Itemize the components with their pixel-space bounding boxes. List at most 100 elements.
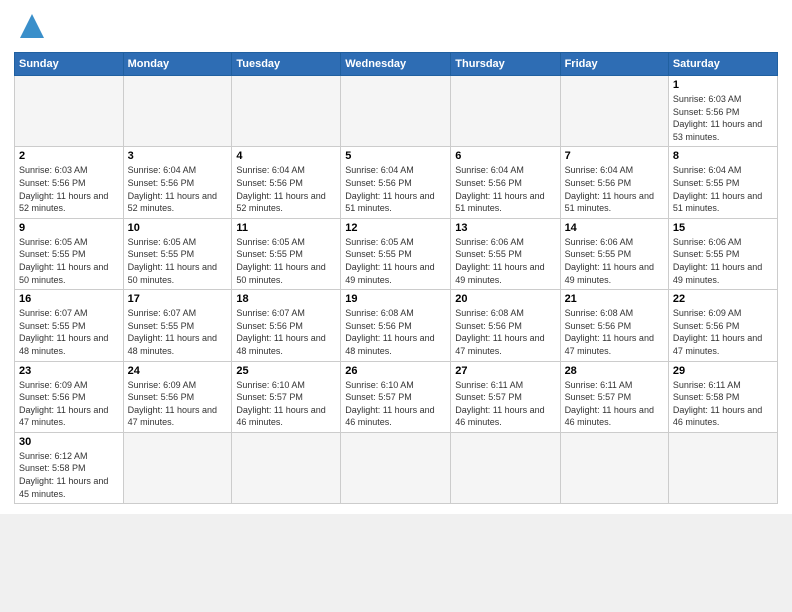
day-number: 17 [128,293,228,305]
day-info: Sunrise: 6:08 AMSunset: 5:56 PMDaylight:… [565,307,664,357]
logo [14,10,54,46]
day-number: 1 [673,79,773,91]
day-cell: 30 Sunrise: 6:12 AMSunset: 5:58 PMDayligh… [15,432,124,503]
day-info: Sunrise: 6:05 AMSunset: 5:55 PMDaylight:… [345,236,446,286]
day-number: 19 [345,293,446,305]
week-row-3: 16 Sunrise: 6:07 AMSunset: 5:55 PMDayligh… [15,290,778,361]
day-number: 30 [19,436,119,448]
day-cell [341,432,451,503]
day-info: Sunrise: 6:11 AMSunset: 5:57 PMDaylight:… [455,379,555,429]
day-cell: 21 Sunrise: 6:08 AMSunset: 5:56 PMDayligh… [560,290,668,361]
weekday-tuesday: Tuesday [232,53,341,76]
day-cell [232,432,341,503]
day-number: 23 [19,365,119,377]
day-cell: 28 Sunrise: 6:11 AMSunset: 5:57 PMDayligh… [560,361,668,432]
day-cell: 13Sunrise: 6:06 AMSunset: 5:55 PMDayligh… [451,218,560,289]
day-cell: 25 Sunrise: 6:10 AMSunset: 5:57 PMDayligh… [232,361,341,432]
day-cell: 5Sunrise: 6:04 AMSunset: 5:56 PMDaylight… [341,147,451,218]
day-number: 27 [455,365,555,377]
day-number: 28 [565,365,664,377]
weekday-thursday: Thursday [451,53,560,76]
day-info: Sunrise: 6:08 AMSunset: 5:56 PMDaylight:… [345,307,446,357]
weekday-wednesday: Wednesday [341,53,451,76]
week-row-0: 1 Sunrise: 6:03 AMSunset: 5:56 PMDaylight… [15,76,778,147]
day-info: Sunrise: 6:09 AMSunset: 5:56 PMDaylight:… [19,379,119,429]
day-cell [560,76,668,147]
day-cell: 16 Sunrise: 6:07 AMSunset: 5:55 PMDayligh… [15,290,124,361]
day-cell: 24 Sunrise: 6:09 AMSunset: 5:56 PMDayligh… [123,361,232,432]
day-number: 15 [673,222,773,234]
day-number: 21 [565,293,664,305]
day-info: Sunrise: 6:07 AMSunset: 5:55 PMDaylight:… [19,307,119,357]
day-cell: 4Sunrise: 6:04 AMSunset: 5:56 PMDaylight… [232,147,341,218]
day-cell: 22 Sunrise: 6:09 AMSunset: 5:56 PMDayligh… [668,290,777,361]
day-info: Sunrise: 6:04 AMSunset: 5:56 PMDaylight:… [236,164,336,214]
day-number: 25 [236,365,336,377]
calendar-header: SundayMondayTuesdayWednesdayThursdayFrid… [15,53,778,76]
day-number: 12 [345,222,446,234]
day-info: Sunrise: 6:04 AMSunset: 5:56 PMDaylight:… [455,164,555,214]
day-info: Sunrise: 6:09 AMSunset: 5:56 PMDaylight:… [673,307,773,357]
day-info: Sunrise: 6:05 AMSunset: 5:55 PMDaylight:… [19,236,119,286]
page: SundayMondayTuesdayWednesdayThursdayFrid… [0,0,792,514]
week-row-4: 23 Sunrise: 6:09 AMSunset: 5:56 PMDayligh… [15,361,778,432]
day-cell: 29Sunrise: 6:11 AMSunset: 5:58 PMDayligh… [668,361,777,432]
day-info: Sunrise: 6:04 AMSunset: 5:56 PMDaylight:… [345,164,446,214]
day-number: 9 [19,222,119,234]
calendar-body: 1 Sunrise: 6:03 AMSunset: 5:56 PMDaylight… [15,76,778,504]
day-cell: 3 Sunrise: 6:04 AMSunset: 5:56 PMDaylight… [123,147,232,218]
logo-icon [14,10,50,46]
day-number: 22 [673,293,773,305]
day-cell: 18 Sunrise: 6:07 AMSunset: 5:56 PMDayligh… [232,290,341,361]
day-number: 3 [128,150,228,162]
day-info: Sunrise: 6:10 AMSunset: 5:57 PMDaylight:… [236,379,336,429]
day-info: Sunrise: 6:05 AMSunset: 5:55 PMDaylight:… [128,236,228,286]
day-info: Sunrise: 6:06 AMSunset: 5:55 PMDaylight:… [455,236,555,286]
day-cell: 27 Sunrise: 6:11 AMSunset: 5:57 PMDayligh… [451,361,560,432]
day-number: 16 [19,293,119,305]
week-row-2: 9 Sunrise: 6:05 AMSunset: 5:55 PMDaylight… [15,218,778,289]
weekday-sunday: Sunday [15,53,124,76]
day-number: 11 [236,222,336,234]
day-info: Sunrise: 6:12 AMSunset: 5:58 PMDaylight:… [19,450,119,500]
day-cell: 2Sunrise: 6:03 AMSunset: 5:56 PMDaylight… [15,147,124,218]
day-cell [123,76,232,147]
day-cell: 17Sunrise: 6:07 AMSunset: 5:55 PMDayligh… [123,290,232,361]
day-cell [451,76,560,147]
day-cell: 15Sunrise: 6:06 AMSunset: 5:55 PMDayligh… [668,218,777,289]
day-info: Sunrise: 6:04 AMSunset: 5:56 PMDaylight:… [565,164,664,214]
day-cell: 10 Sunrise: 6:05 AMSunset: 5:55 PMDayligh… [123,218,232,289]
day-cell: 19 Sunrise: 6:08 AMSunset: 5:56 PMDayligh… [341,290,451,361]
header [14,10,778,46]
calendar: SundayMondayTuesdayWednesdayThursdayFrid… [14,52,778,504]
day-number: 6 [455,150,555,162]
day-info: Sunrise: 6:11 AMSunset: 5:58 PMDaylight:… [673,379,773,429]
day-info: Sunrise: 6:06 AMSunset: 5:55 PMDaylight:… [565,236,664,286]
day-number: 7 [565,150,664,162]
day-info: Sunrise: 6:03 AMSunset: 5:56 PMDaylight:… [19,164,119,214]
day-cell [668,432,777,503]
day-number: 8 [673,150,773,162]
day-cell: 23 Sunrise: 6:09 AMSunset: 5:56 PMDayligh… [15,361,124,432]
day-cell: 8 Sunrise: 6:04 AMSunset: 5:55 PMDaylight… [668,147,777,218]
day-info: Sunrise: 6:03 AMSunset: 5:56 PMDaylight:… [673,93,773,143]
week-row-1: 2Sunrise: 6:03 AMSunset: 5:56 PMDaylight… [15,147,778,218]
day-cell [451,432,560,503]
day-cell: 9 Sunrise: 6:05 AMSunset: 5:55 PMDaylight… [15,218,124,289]
day-cell: 1 Sunrise: 6:03 AMSunset: 5:56 PMDaylight… [668,76,777,147]
day-info: Sunrise: 6:09 AMSunset: 5:56 PMDaylight:… [128,379,228,429]
day-info: Sunrise: 6:11 AMSunset: 5:57 PMDaylight:… [565,379,664,429]
day-info: Sunrise: 6:04 AMSunset: 5:55 PMDaylight:… [673,164,773,214]
day-cell [123,432,232,503]
weekday-monday: Monday [123,53,232,76]
day-number: 26 [345,365,446,377]
day-info: Sunrise: 6:04 AMSunset: 5:56 PMDaylight:… [128,164,228,214]
day-number: 18 [236,293,336,305]
day-number: 14 [565,222,664,234]
week-row-5: 30 Sunrise: 6:12 AMSunset: 5:58 PMDayligh… [15,432,778,503]
weekday-saturday: Saturday [668,53,777,76]
day-info: Sunrise: 6:07 AMSunset: 5:56 PMDaylight:… [236,307,336,357]
day-cell: 11Sunrise: 6:05 AMSunset: 5:55 PMDayligh… [232,218,341,289]
day-number: 24 [128,365,228,377]
day-number: 10 [128,222,228,234]
